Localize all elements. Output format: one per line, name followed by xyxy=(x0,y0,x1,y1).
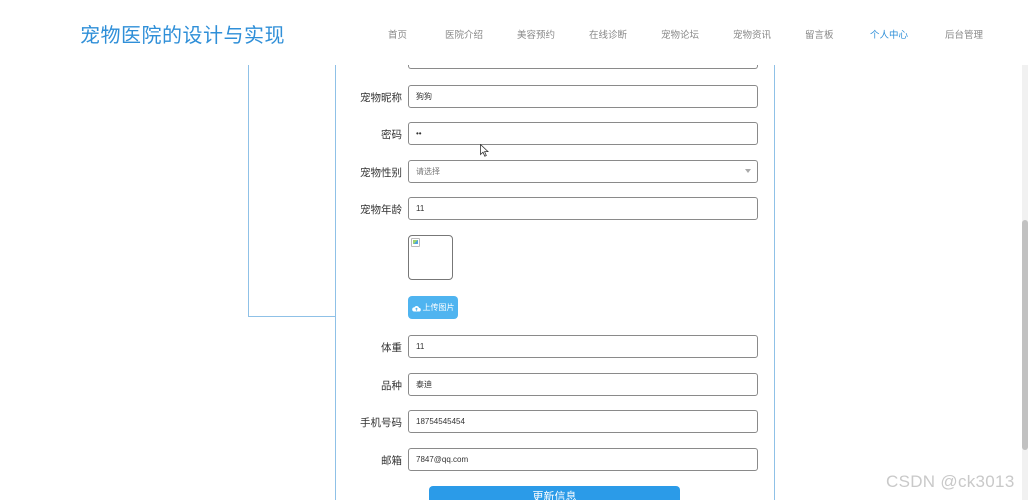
pet-gender-select[interactable]: 请选择 xyxy=(408,160,758,183)
nav-item-online-diagnosis[interactable]: 在线诊断 xyxy=(589,27,627,41)
upload-image-label: 上传图片 xyxy=(422,303,455,312)
nav-item-admin[interactable]: 后台管理 xyxy=(945,27,983,41)
breed-input[interactable]: 泰迪 xyxy=(408,373,758,396)
nav-item-pet-forum[interactable]: 宠物论坛 xyxy=(661,27,699,41)
nav-item-hospital-intro[interactable]: 医院介绍 xyxy=(445,27,483,41)
main-nav: 首页 医院介绍 美容预约 在线诊断 宠物论坛 宠物资讯 留言板 个人中心 后台管… xyxy=(0,27,1028,41)
pet-age-label: 宠物年龄 xyxy=(360,204,402,216)
pet-age-input[interactable]: 11 xyxy=(408,197,758,220)
pet-photo-preview xyxy=(408,235,453,280)
email-label: 邮箱 xyxy=(381,455,402,467)
page-scrollbar-thumb[interactable] xyxy=(1022,220,1028,450)
form-row-pet-nickname: 宠物昵称 狗狗 xyxy=(336,85,774,109)
chevron-down-icon xyxy=(745,169,751,173)
weight-label: 体重 xyxy=(381,342,402,354)
pet-nickname-input[interactable]: 狗狗 xyxy=(408,85,758,108)
nav-item-pet-news[interactable]: 宠物资讯 xyxy=(733,27,771,41)
form-row-phone: 手机号码 18754545454 xyxy=(336,410,774,434)
nav-item-beauty-booking[interactable]: 美容预约 xyxy=(517,27,555,41)
sidebar-bottom-border xyxy=(248,316,335,317)
password-label: 密码 xyxy=(381,129,402,141)
form-row-weight: 体重 11 xyxy=(336,335,774,359)
form-row-pet-gender: 宠物性别 请选择 xyxy=(336,160,774,184)
form-row-pet-age: 宠物年龄 11 xyxy=(336,197,774,221)
nav-item-message-board[interactable]: 留言板 xyxy=(805,27,834,41)
mouse-pointer-icon xyxy=(480,144,489,157)
nav-item-personal-center[interactable]: 个人中心 xyxy=(870,27,908,41)
form-row-email: 邮箱 7847@qq.com xyxy=(336,448,774,472)
pet-nickname-label: 宠物昵称 xyxy=(360,92,402,104)
form-row-breed: 品种 泰迪 xyxy=(336,373,774,397)
upload-image-button[interactable]: 上传图片 xyxy=(408,296,458,319)
phone-label: 手机号码 xyxy=(360,417,402,429)
phone-input[interactable]: 18754545454 xyxy=(408,410,758,433)
nav-item-home[interactable]: 首页 xyxy=(388,27,407,41)
password-input[interactable]: •• xyxy=(408,122,758,145)
pet-gender-label: 宠物性别 xyxy=(360,167,402,179)
pet-gender-placeholder: 请选择 xyxy=(416,167,440,176)
form-row-password: 密码 •• xyxy=(336,122,774,146)
form-panel-right-border xyxy=(774,65,775,500)
email-input[interactable]: 7847@qq.com xyxy=(408,448,758,471)
sidebar-border xyxy=(248,65,249,317)
csdn-watermark: CSDN @ck3013 xyxy=(886,472,1015,491)
weight-input[interactable]: 11 xyxy=(408,335,758,358)
top-navbar: 宠物医院的设计与实现 首页 医院介绍 美容预约 在线诊断 宠物论坛 宠物资讯 留… xyxy=(0,0,1028,65)
breed-label: 品种 xyxy=(381,380,402,392)
update-info-button[interactable]: 更新信息 xyxy=(429,486,680,500)
cloud-upload-icon xyxy=(411,305,421,311)
broken-image-icon xyxy=(411,238,420,247)
